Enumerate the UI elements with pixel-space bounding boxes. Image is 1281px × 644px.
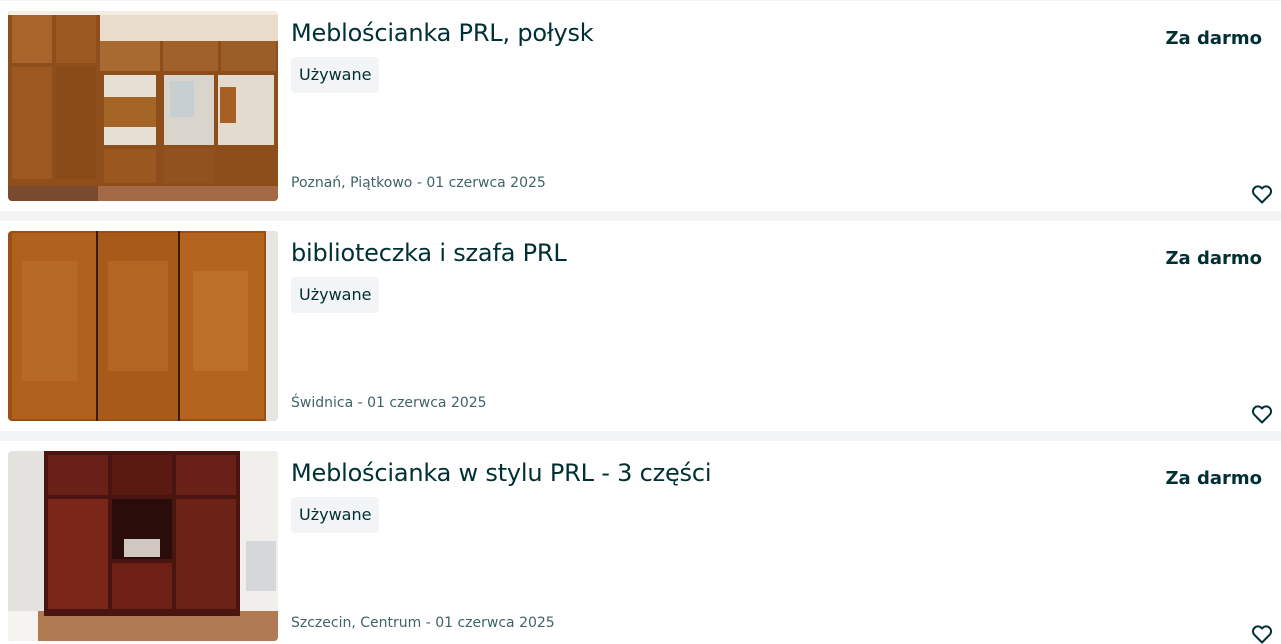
listing-card[interactable]: biblioteczka i szafa PRL Używane Świdnic… <box>0 221 1281 431</box>
heart-outline-icon[interactable] <box>1249 181 1275 207</box>
dark-cabinet-photo <box>8 451 278 641</box>
heart-outline-icon[interactable] <box>1249 401 1275 427</box>
listing-title[interactable]: Meblościanka w stylu PRL - 3 części <box>291 457 712 489</box>
listing-card[interactable]: Meblościanka PRL, połysk Używane Poznań,… <box>0 1 1281 211</box>
listing-card[interactable]: Meblościanka w stylu PRL - 3 części Używ… <box>0 441 1281 644</box>
listing-photo[interactable] <box>8 451 278 641</box>
condition-badge: Używane <box>291 497 380 533</box>
wall-unit-photo <box>8 11 278 201</box>
listing-title[interactable]: biblioteczka i szafa PRL <box>291 237 567 269</box>
listing-photo[interactable] <box>8 231 278 421</box>
price-label: Za darmo <box>1165 468 1263 489</box>
listing-list: Meblościanka PRL, połysk Używane Poznań,… <box>0 0 1281 644</box>
listing-title[interactable]: Meblościanka PRL, połysk <box>291 17 594 49</box>
location-date: Poznań, Piątkowo - 01 czerwca 2025 <box>291 175 546 191</box>
location-date: Świdnica - 01 czerwca 2025 <box>291 395 487 411</box>
location-date: Szczecin, Centrum - 01 czerwca 2025 <box>291 615 555 631</box>
condition-badge: Używane <box>291 277 380 313</box>
heart-outline-icon[interactable] <box>1249 621 1275 644</box>
wardrobe-photo <box>8 231 278 421</box>
price-label: Za darmo <box>1165 248 1263 269</box>
price-label: Za darmo <box>1165 28 1263 49</box>
condition-badge: Używane <box>291 57 380 93</box>
listing-photo[interactable] <box>8 11 278 201</box>
